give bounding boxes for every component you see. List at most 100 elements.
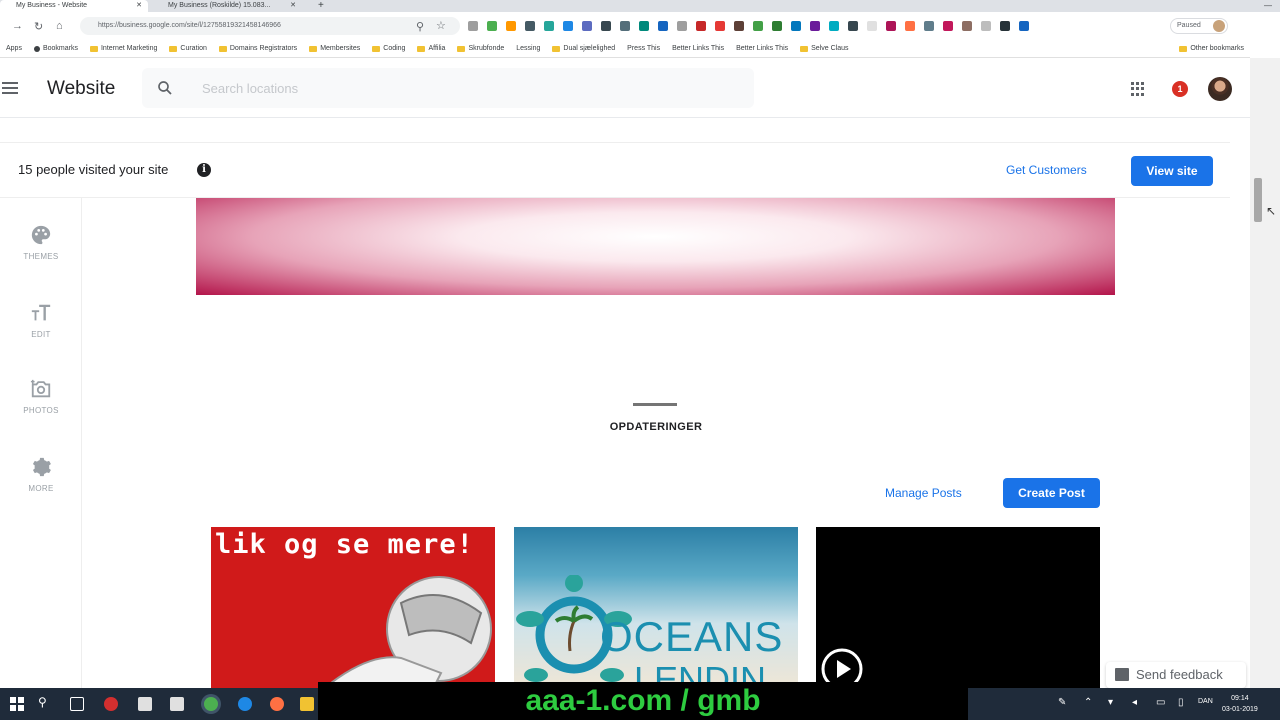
explorer-icon[interactable] — [300, 697, 314, 711]
url-field[interactable]: https://business.google.com/site/l/12755… — [80, 17, 460, 35]
extension-icon[interactable] — [563, 21, 573, 31]
store-icon[interactable] — [138, 697, 152, 711]
browser-tab[interactable]: My Business (Roskilde) 15.083... ✕ — [152, 0, 302, 12]
reload-icon[interactable]: ↻ — [34, 20, 43, 33]
extension-icon[interactable] — [905, 21, 915, 31]
extension-icon[interactable] — [544, 21, 554, 31]
bookmark-folder[interactable]: Domains Registrators — [218, 45, 297, 52]
extension-icon[interactable] — [924, 21, 934, 31]
bookmark-item[interactable]: Apps — [6, 45, 22, 52]
bookmark-folder[interactable]: Membersites — [309, 45, 360, 52]
extension-icon[interactable] — [468, 21, 478, 31]
folder-icon — [800, 45, 809, 52]
bookmark-folder[interactable]: Curation — [169, 45, 207, 52]
search-input[interactable] — [202, 78, 722, 98]
rail-item-themes[interactable]: THEMES — [0, 224, 82, 261]
manage-posts-link[interactable]: Manage Posts — [885, 486, 962, 500]
extension-icon[interactable] — [601, 21, 611, 31]
forward-icon[interactable]: → — [12, 20, 23, 32]
profile-paused-button[interactable]: Paused — [1170, 18, 1228, 34]
post-card[interactable]: lik og se mere! — [211, 527, 495, 688]
extension-icon[interactable] — [867, 21, 877, 31]
scrollbar-thumb[interactable] — [1254, 178, 1262, 222]
bookmark-item[interactable]: Better Links This — [672, 45, 724, 52]
mail-icon[interactable] — [170, 697, 184, 711]
extension-icon[interactable] — [506, 21, 516, 31]
window-minimize-icon[interactable]: — — [1264, 0, 1272, 12]
edge-icon[interactable] — [238, 697, 252, 711]
bookmark-item[interactable]: Lessing — [516, 45, 540, 52]
bookmark-item[interactable]: Better Links This — [736, 45, 788, 52]
extension-icon[interactable] — [981, 21, 991, 31]
new-tab-button[interactable]: + — [318, 0, 324, 12]
home-icon[interactable]: ⌂ — [56, 20, 63, 32]
extension-icon[interactable] — [582, 21, 592, 31]
extension-icon[interactable] — [734, 21, 744, 31]
network-icon[interactable]: ▾ — [1108, 697, 1113, 708]
extension-icon[interactable] — [487, 21, 497, 31]
apps-grid-icon[interactable] — [1131, 82, 1145, 96]
rail-item-photos[interactable]: PHOTOS — [0, 378, 82, 415]
create-post-button[interactable]: Create Post — [1003, 478, 1100, 508]
bookmark-item[interactable]: Bookmarks — [33, 45, 78, 52]
search-box[interactable] — [142, 68, 754, 108]
bookmark-star-icon[interactable]: ☆ — [436, 19, 446, 32]
extension-icon[interactable] — [715, 21, 725, 31]
extension-icon[interactable] — [943, 21, 953, 31]
keyboard-icon[interactable]: ▭ — [1156, 697, 1165, 708]
extension-icon[interactable] — [886, 21, 896, 31]
extension-icon[interactable] — [753, 21, 763, 31]
search-icon[interactable]: ⚲ — [38, 695, 47, 709]
bookmark-folder[interactable]: Selve Claus — [800, 45, 849, 52]
bookmark-item[interactable]: Press This — [627, 45, 660, 52]
chrome-icon[interactable] — [204, 697, 218, 711]
extension-icon[interactable] — [658, 21, 668, 31]
extension-icon[interactable] — [772, 21, 782, 31]
zoom-icon[interactable]: ⚲ — [416, 20, 424, 33]
tab-close-icon[interactable]: ✕ — [290, 0, 296, 12]
opera-icon[interactable] — [104, 697, 118, 711]
editor-rail: THEMES EDIT PHOTOS MORE — [0, 198, 82, 688]
clock[interactable]: 09:14 03-01-2019 — [1222, 693, 1258, 715]
pen-icon[interactable]: ✎ — [1058, 697, 1066, 708]
browser-tab-active[interactable]: My Business - Website ✕ — [0, 0, 148, 12]
other-bookmarks[interactable]: Other bookmarks — [1179, 40, 1244, 57]
tray-arrow-icon[interactable]: ⌃ — [1084, 697, 1092, 708]
notifications-badge[interactable]: 1 — [1172, 81, 1188, 97]
tab-close-icon[interactable]: ✕ — [136, 0, 142, 12]
extension-icon[interactable] — [620, 21, 630, 31]
menu-icon[interactable] — [2, 82, 18, 94]
task-view-icon[interactable] — [70, 697, 84, 711]
bookmark-folder[interactable]: Dual sjælelighed — [552, 45, 615, 52]
extension-icon[interactable] — [677, 21, 687, 31]
rail-item-edit[interactable]: EDIT — [0, 302, 82, 339]
extension-icon[interactable] — [848, 21, 858, 31]
get-customers-link[interactable]: Get Customers — [1006, 163, 1087, 177]
video-post-card[interactable] — [816, 527, 1100, 688]
view-site-button[interactable]: View site — [1131, 156, 1213, 186]
bookmark-folder[interactable]: Coding — [372, 45, 405, 52]
post-card[interactable]: OCEANS LENDIN — [514, 527, 798, 688]
extension-icon[interactable] — [525, 21, 535, 31]
extension-icon[interactable] — [1019, 21, 1029, 31]
rail-item-more[interactable]: MORE — [0, 456, 82, 493]
extension-icon[interactable] — [696, 21, 706, 31]
extension-icon[interactable] — [1000, 21, 1010, 31]
firefox-icon[interactable] — [270, 697, 284, 711]
language-indicator[interactable]: DAN — [1198, 698, 1213, 705]
extension-icon[interactable] — [962, 21, 972, 31]
bookmark-folder[interactable]: Skrubfonde — [457, 45, 504, 52]
send-feedback-button[interactable]: Send feedback — [1106, 662, 1246, 688]
extension-icon[interactable] — [829, 21, 839, 31]
windows-start-icon[interactable] — [10, 697, 24, 711]
extension-icon[interactable] — [639, 21, 649, 31]
speaker-icon[interactable]: ◂ — [1132, 697, 1137, 708]
avatar[interactable] — [1208, 77, 1232, 101]
page-scrollbar[interactable]: ↖ — [1250, 58, 1280, 688]
extension-icon[interactable] — [810, 21, 820, 31]
extension-icon[interactable] — [791, 21, 801, 31]
bookmark-folder[interactable]: Affilia — [417, 45, 445, 52]
battery-icon[interactable]: ▯ — [1178, 697, 1184, 708]
info-icon[interactable]: i — [197, 163, 211, 177]
bookmark-folder[interactable]: Internet Marketing — [89, 45, 157, 52]
